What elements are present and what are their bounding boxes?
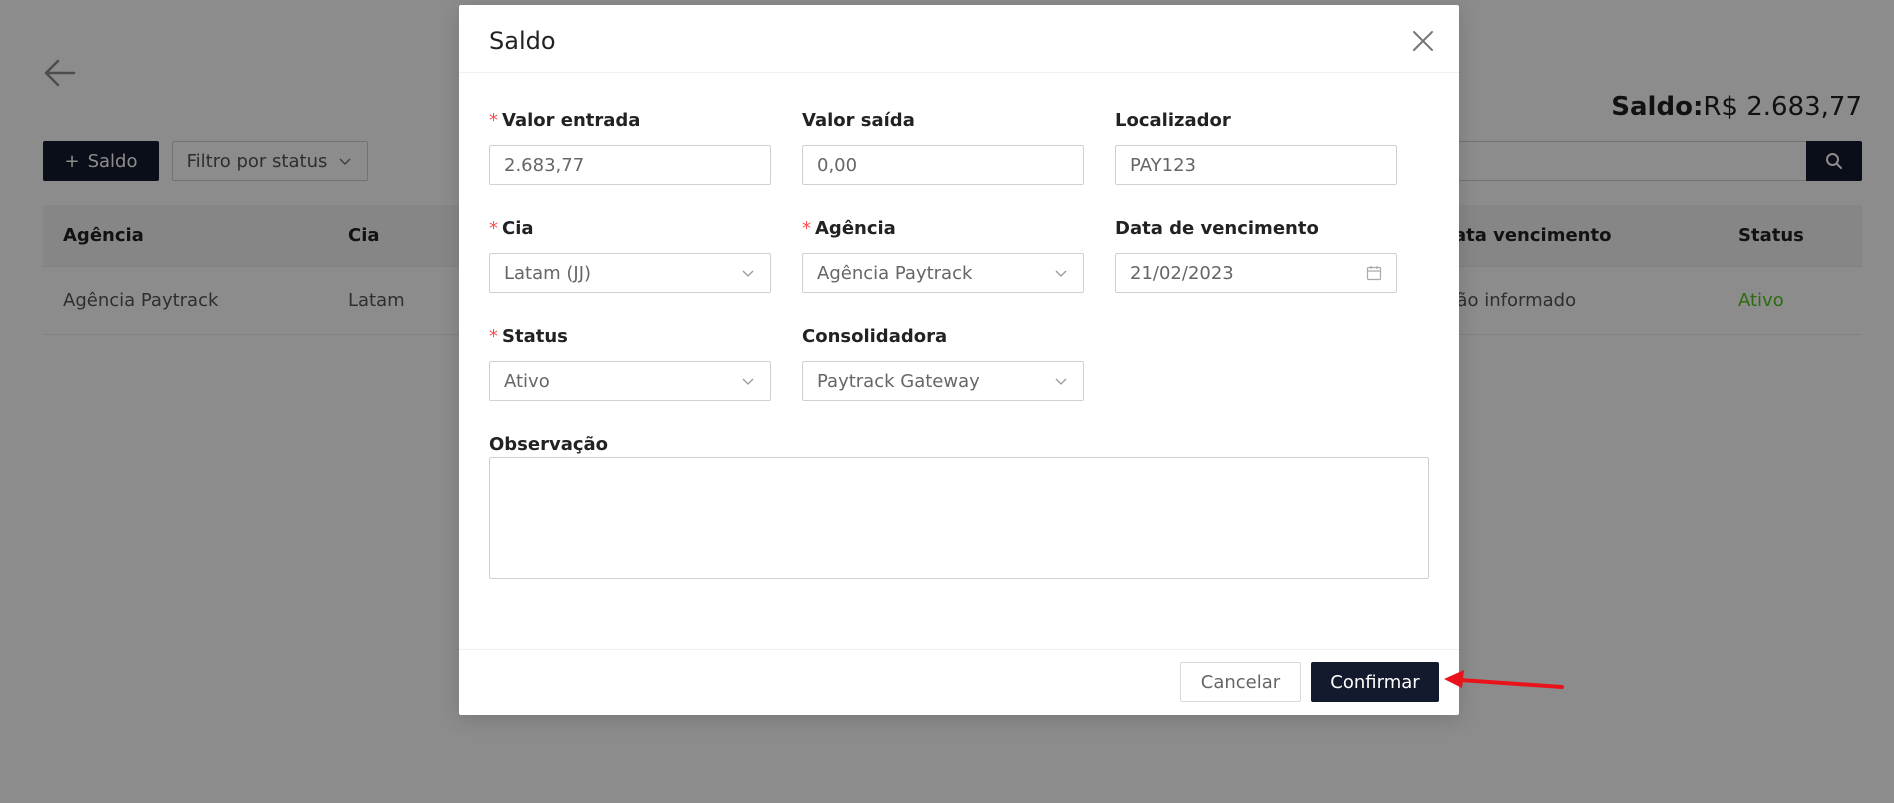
valor-saida-input[interactable]: 0,00: [802, 145, 1084, 185]
close-icon[interactable]: [1409, 27, 1437, 55]
valor-entrada-label: * Valor entrada: [489, 107, 771, 133]
consolidadora-label: Consolidadora: [802, 325, 948, 347]
confirm-button[interactable]: Confirmar: [1311, 662, 1439, 702]
consolidadora-select[interactable]: Paytrack Gateway: [802, 361, 1084, 401]
valor-entrada-value: 2.683,77: [504, 154, 585, 176]
cia-value: Latam (JJ): [504, 262, 592, 284]
valor-saida-value: 0,00: [817, 154, 858, 176]
modal-body: * Valor entrada 2.683,77 Valor saída 0,00…: [459, 73, 1459, 653]
annotation-arrow-icon: [1444, 670, 1564, 689]
required-marker: *: [489, 109, 498, 131]
required-marker: *: [802, 217, 811, 239]
chevron-down-icon: [742, 270, 754, 277]
required-marker: *: [489, 325, 498, 347]
modal-title: Saldo: [489, 27, 556, 55]
agencia-select[interactable]: Agência Paytrack: [802, 253, 1084, 293]
cia-label: * Cia: [489, 215, 771, 241]
observacao-label: Observação: [489, 433, 609, 455]
agencia-label: * Agência: [802, 215, 1084, 241]
agencia-value: Agência Paytrack: [817, 262, 973, 284]
chevron-down-icon: [742, 378, 754, 385]
modal-header: Saldo: [459, 5, 1459, 73]
balance-modal: Saldo * Valor entrada 2.683,77 Valor saíd…: [459, 5, 1459, 715]
data-vencimento-label: Data de vencimento: [1115, 217, 1319, 239]
required-marker: *: [489, 217, 498, 239]
agencia-label-text: Agência: [815, 217, 896, 239]
status-select[interactable]: Ativo: [489, 361, 771, 401]
field-cia: * Cia Latam (JJ): [489, 215, 771, 293]
valor-entrada-input[interactable]: 2.683,77: [489, 145, 771, 185]
field-agencia: * Agência Agência Paytrack: [802, 215, 1084, 293]
chevron-down-icon: [1055, 378, 1067, 385]
calendar-icon: [1366, 266, 1382, 281]
status-label: * Status: [489, 323, 771, 349]
observacao-textarea[interactable]: [489, 457, 1429, 579]
data-vencimento-value: 21/02/2023: [1130, 262, 1234, 284]
data-vencimento-picker[interactable]: 21/02/2023: [1115, 253, 1397, 293]
valor-entrada-label-text: Valor entrada: [502, 109, 641, 131]
field-status: * Status Ativo: [489, 323, 771, 401]
chevron-down-icon: [1055, 270, 1067, 277]
cia-label-text: Cia: [502, 217, 534, 239]
localizador-input[interactable]: PAY123: [1115, 145, 1397, 185]
cancel-button[interactable]: Cancelar: [1180, 662, 1301, 702]
field-observacao: Observação: [489, 431, 771, 457]
field-localizador: Localizador PAY123: [1115, 107, 1397, 185]
localizador-label: Localizador: [1115, 109, 1231, 131]
field-consolidadora: Consolidadora Paytrack Gateway: [802, 323, 1084, 401]
status-label-text: Status: [502, 325, 568, 347]
field-data-vencimento: Data de vencimento 21/02/2023: [1115, 215, 1397, 293]
modal-footer: Cancelar Confirmar: [459, 649, 1459, 715]
localizador-value: PAY123: [1130, 154, 1196, 176]
field-valor-entrada: * Valor entrada 2.683,77: [489, 107, 771, 185]
field-valor-saida: Valor saída 0,00: [802, 107, 1084, 185]
consolidadora-value: Paytrack Gateway: [817, 370, 980, 392]
cia-select[interactable]: Latam (JJ): [489, 253, 771, 293]
valor-saida-label: Valor saída: [802, 109, 915, 131]
status-value: Ativo: [504, 370, 550, 392]
